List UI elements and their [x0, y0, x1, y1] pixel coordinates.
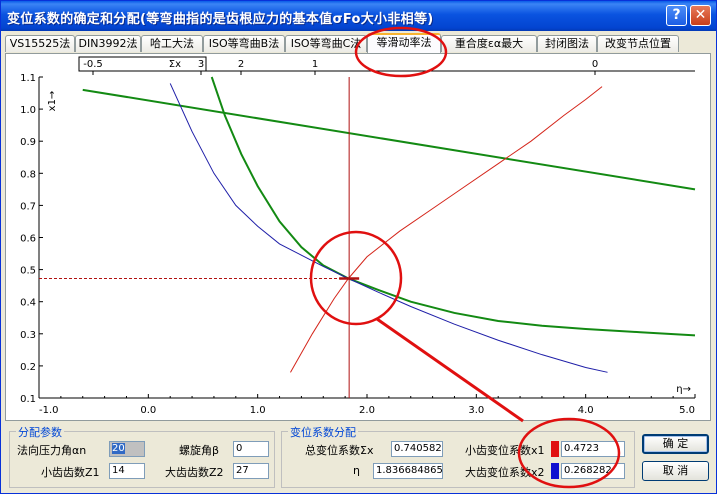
x2-color-swatch — [551, 463, 559, 479]
top-tick-label: 0 — [592, 59, 598, 70]
y-tick-label: 1.1 — [20, 73, 36, 84]
z2-label: 大齿齿数Z2 — [165, 466, 224, 479]
chart: -1.0 0.0 1.0 2.0 3.0 4.0 5.0 0.1 0.2 0.3 0.4 0.5 0.6… — [20, 56, 696, 416]
dialog-window: 变位系数的确定和分配(等弯曲指的是齿根应力的基本值σFo大小非相等) ? ✕ V… — [0, 0, 717, 494]
x-tick-label: 3.0 — [468, 405, 484, 416]
z1-field[interactable]: 14 — [109, 463, 145, 479]
x-tick-label: 4.0 — [578, 405, 594, 416]
x1-field[interactable]: 0.4723 — [561, 441, 625, 457]
marker-layer — [39, 77, 360, 398]
y-tick-label: 1.0 — [20, 105, 36, 116]
params-group-title: 分配参数 — [16, 424, 64, 440]
pressure-angle-label: 法向压力角αn — [17, 444, 87, 457]
x-tick-label: 0.0 — [140, 405, 156, 416]
x-tick-label: 5.0 — [679, 405, 695, 416]
y-tick-label: 0.9 — [20, 137, 36, 148]
top-tick-label: 3 — [198, 59, 204, 70]
series-line-4 — [290, 86, 603, 373]
y-tick-label: 0.4 — [20, 298, 36, 309]
eta-field[interactable]: 1.836684865 — [373, 463, 443, 479]
sum-x-field[interactable]: 0.740582 — [391, 441, 443, 457]
x-tick-label: 2.0 — [359, 405, 375, 416]
y-tick-label: 0.1 — [20, 394, 36, 405]
y-axis-label: x1→ — [47, 91, 58, 112]
series-line-1 — [82, 88, 696, 191]
top-axis-label: Σx — [169, 59, 181, 70]
distribution-group: 变位系数分配 — [281, 424, 635, 488]
top-axis: -0.5 3 2 1 0 Σx — [78, 56, 695, 75]
ok-button[interactable]: 确 定 — [642, 434, 709, 454]
x-tick-label: 1.0 — [250, 405, 266, 416]
x2-label: 大齿变位系数x2 — [465, 466, 545, 479]
chart-axes: -1.0 0.0 1.0 2.0 3.0 4.0 5.0 0.1 0.2 0.3 0.4 0.5 0.6… — [20, 73, 696, 416]
z1-label: 小齿齿数Z1 — [41, 466, 100, 479]
top-tick-label: -0.5 — [83, 59, 103, 70]
series-line-2 — [210, 76, 696, 337]
series-layer — [82, 76, 696, 373]
pressure-angle-field[interactable]: 20 — [109, 441, 145, 457]
x-tick-label: -1.0 — [39, 405, 59, 416]
sum-x-label: 总变位系数Σx — [305, 444, 374, 457]
y-tick-label: 0.7 — [20, 201, 36, 212]
y-tick-label: 0.2 — [20, 362, 36, 373]
helix-angle-field[interactable]: 0 — [233, 441, 269, 457]
y-tick-label: 0.3 — [20, 330, 36, 341]
helix-angle-label: 螺旋角β — [179, 444, 220, 457]
cancel-button[interactable]: 取 消 — [642, 461, 709, 481]
x1-color-swatch — [551, 441, 559, 457]
top-tick-label: 2 — [238, 59, 244, 70]
series-line-3 — [169, 83, 608, 373]
x2-field[interactable]: 0.268282 — [561, 463, 625, 479]
pressure-angle-value: 20 — [112, 443, 125, 454]
x-axis-label: η→ — [676, 384, 691, 395]
y-tick-label: 0.6 — [20, 234, 36, 245]
distribution-group-title: 变位系数分配 — [288, 424, 358, 440]
z2-field[interactable]: 27 — [233, 463, 269, 479]
x1-label: 小齿变位系数x1 — [465, 444, 545, 457]
y-tick-label: 0.8 — [20, 169, 36, 180]
y-tick-label: 0.5 — [20, 266, 36, 277]
top-tick-label: 1 — [312, 59, 318, 70]
eta-label: η — [353, 464, 360, 477]
